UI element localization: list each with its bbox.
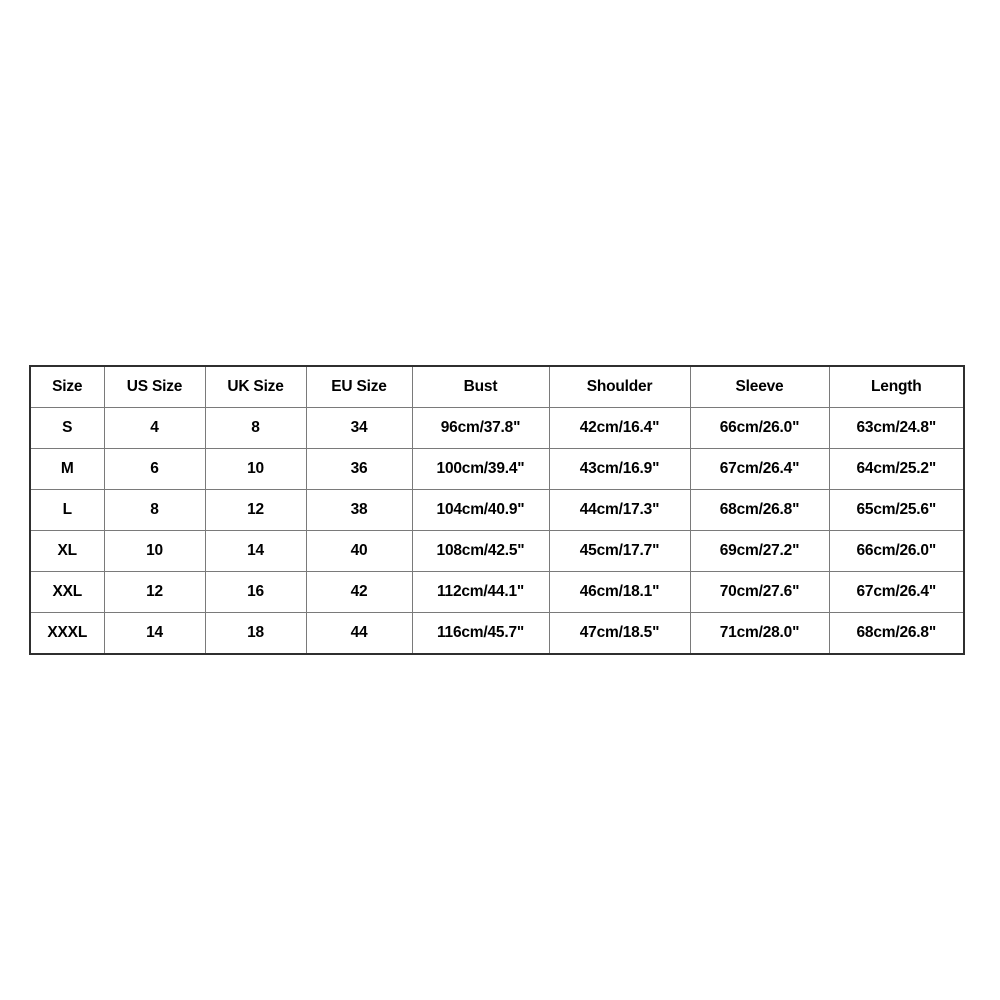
column-header-bust: Bust	[411, 365, 550, 408]
column-header-shoulder: Shoulder	[548, 365, 691, 408]
cell-length: 66cm/26.0"	[828, 530, 965, 572]
size-chart-container: Size US Size UK Size EU Size Bust Should…	[29, 365, 965, 655]
cell-bust: 104cm/40.9"	[411, 489, 550, 531]
cell-uk-size: 10	[204, 448, 307, 490]
cell-bust: 96cm/37.8"	[411, 407, 550, 449]
column-header-size: Size	[29, 365, 105, 408]
cell-sleeve: 67cm/26.4"	[689, 448, 830, 490]
cell-eu-size: 34	[305, 407, 413, 449]
cell-size: XL	[29, 530, 105, 572]
cell-bust: 108cm/42.5"	[411, 530, 550, 572]
cell-eu-size: 36	[305, 448, 413, 490]
cell-us-size: 10	[103, 530, 206, 572]
size-chart-table: Size US Size UK Size EU Size Bust Should…	[29, 365, 965, 655]
cell-uk-size: 14	[204, 530, 307, 572]
cell-bust: 100cm/39.4"	[411, 448, 550, 490]
cell-length: 65cm/25.6"	[828, 489, 965, 531]
cell-sleeve: 66cm/26.0"	[689, 407, 830, 449]
table-row: S 4 8 34 96cm/37.8" 42cm/16.4" 66cm/26.0…	[29, 407, 965, 449]
cell-bust: 112cm/44.1"	[411, 571, 550, 613]
table-header: Size US Size UK Size EU Size Bust Should…	[29, 365, 965, 408]
table-row: XL 10 14 40 108cm/42.5" 45cm/17.7" 69cm/…	[29, 530, 965, 572]
table-body: S 4 8 34 96cm/37.8" 42cm/16.4" 66cm/26.0…	[29, 407, 965, 655]
table-row: XXL 12 16 42 112cm/44.1" 46cm/18.1" 70cm…	[29, 571, 965, 613]
cell-us-size: 8	[103, 489, 206, 531]
cell-bust: 116cm/45.7"	[411, 612, 550, 655]
cell-size: S	[29, 407, 105, 449]
cell-size: XXXL	[29, 612, 105, 655]
cell-size: M	[29, 448, 105, 490]
cell-uk-size: 8	[204, 407, 307, 449]
cell-shoulder: 47cm/18.5"	[548, 612, 691, 655]
cell-eu-size: 38	[305, 489, 413, 531]
cell-sleeve: 71cm/28.0"	[689, 612, 830, 655]
cell-us-size: 14	[103, 612, 206, 655]
column-header-length: Length	[828, 365, 965, 408]
cell-size: L	[29, 489, 105, 531]
cell-shoulder: 46cm/18.1"	[548, 571, 691, 613]
cell-us-size: 6	[103, 448, 206, 490]
cell-length: 63cm/24.8"	[828, 407, 965, 449]
column-header-us-size: US Size	[103, 365, 206, 408]
cell-eu-size: 44	[305, 612, 413, 655]
page-canvas: Size US Size UK Size EU Size Bust Should…	[0, 0, 1000, 1000]
table-header-row: Size US Size UK Size EU Size Bust Should…	[29, 365, 965, 408]
cell-sleeve: 69cm/27.2"	[689, 530, 830, 572]
cell-length: 68cm/26.8"	[828, 612, 965, 655]
cell-shoulder: 44cm/17.3"	[548, 489, 691, 531]
cell-us-size: 4	[103, 407, 206, 449]
cell-sleeve: 70cm/27.6"	[689, 571, 830, 613]
cell-sleeve: 68cm/26.8"	[689, 489, 830, 531]
cell-us-size: 12	[103, 571, 206, 613]
table-row: L 8 12 38 104cm/40.9" 44cm/17.3" 68cm/26…	[29, 489, 965, 531]
table-row: M 6 10 36 100cm/39.4" 43cm/16.9" 67cm/26…	[29, 448, 965, 490]
column-header-eu-size: EU Size	[305, 365, 413, 408]
cell-length: 64cm/25.2"	[828, 448, 965, 490]
cell-size: XXL	[29, 571, 105, 613]
cell-shoulder: 42cm/16.4"	[548, 407, 691, 449]
cell-eu-size: 42	[305, 571, 413, 613]
cell-shoulder: 45cm/17.7"	[548, 530, 691, 572]
column-header-sleeve: Sleeve	[689, 365, 830, 408]
cell-uk-size: 18	[204, 612, 307, 655]
table-row: XXXL 14 18 44 116cm/45.7" 47cm/18.5" 71c…	[29, 612, 965, 655]
column-header-uk-size: UK Size	[204, 365, 307, 408]
cell-shoulder: 43cm/16.9"	[548, 448, 691, 490]
cell-uk-size: 12	[204, 489, 307, 531]
cell-eu-size: 40	[305, 530, 413, 572]
cell-length: 67cm/26.4"	[828, 571, 965, 613]
cell-uk-size: 16	[204, 571, 307, 613]
